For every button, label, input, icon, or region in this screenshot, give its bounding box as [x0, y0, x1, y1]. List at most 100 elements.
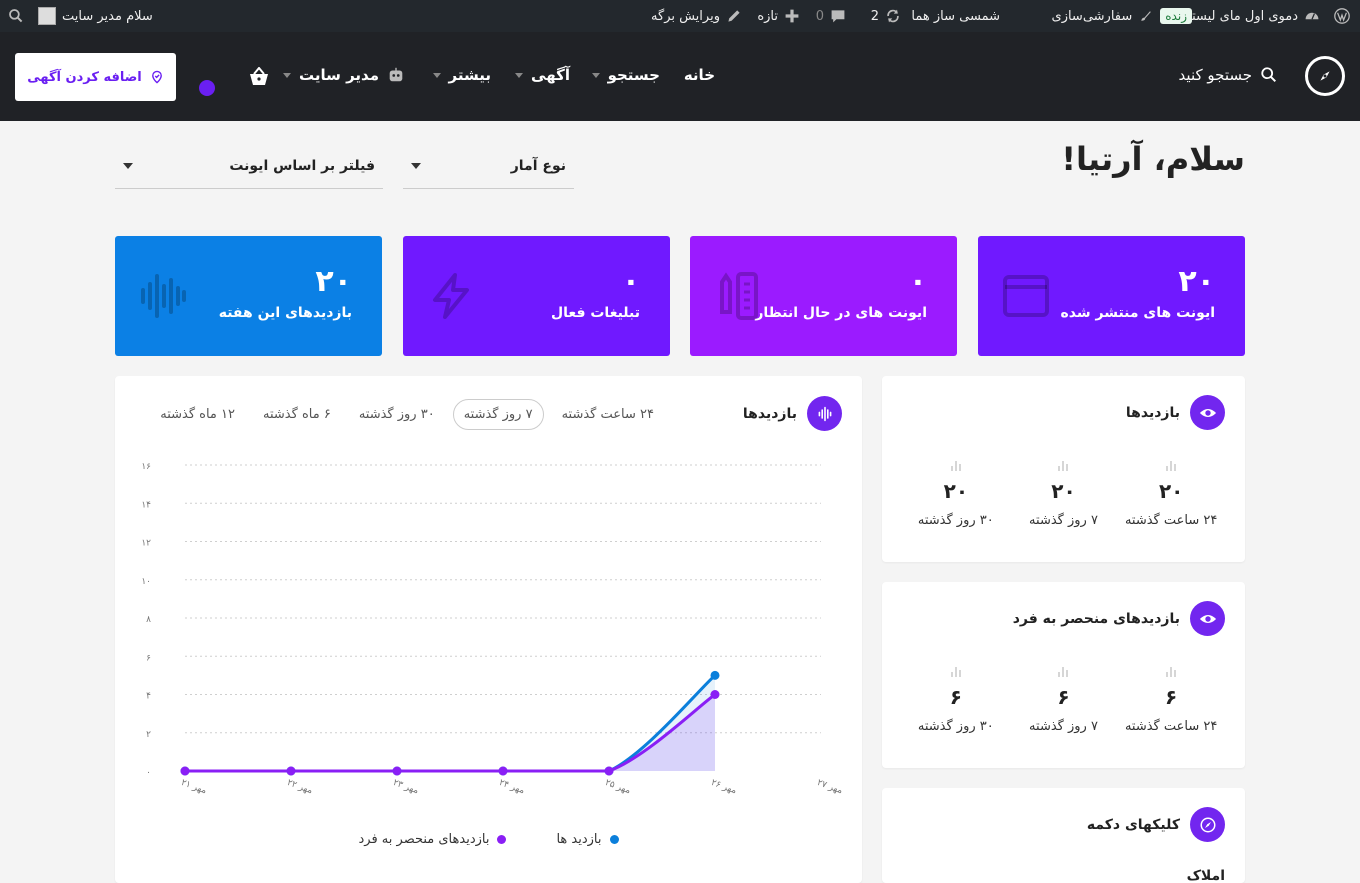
comments-count: 0 [815, 8, 824, 24]
nav-label: بیشتر [448, 66, 491, 84]
search-icon [1261, 67, 1277, 83]
page-title: سلام، آرتیا! [1061, 140, 1245, 178]
eye-icon [1190, 601, 1225, 636]
tab-7d[interactable]: ۷ روز گذشته [452, 399, 544, 430]
summary-col: ۲۰ ۳۰ روز گذشته [902, 456, 1010, 528]
x-tick-label: ۲۲ مهر [286, 778, 314, 797]
add-listing-button[interactable]: اضافه کردن آگهی [15, 53, 176, 101]
nav-label: جستجو [607, 66, 660, 84]
user-name: مدیر سایت [298, 66, 379, 84]
summary-value: ۲۰ [943, 479, 969, 503]
admin-search-button[interactable] [8, 0, 24, 32]
stat-label: ایونت های در حال انتظار [755, 305, 927, 321]
wordpress-logo-button[interactable] [1334, 0, 1350, 32]
summary-col: ۲۰ ۲۴ ساعت گذشته [1117, 456, 1225, 528]
summary-label: ۲۴ ساعت گذشته [1124, 719, 1218, 734]
stat-type-select[interactable]: نوع آمار [403, 143, 574, 189]
nav-more[interactable]: بیشتر [432, 66, 491, 84]
nav-listing[interactable]: آگهی [515, 66, 570, 84]
clicks-item-label: املاک [1186, 868, 1225, 883]
location-pin-icon [151, 70, 162, 84]
chevron-down-icon [515, 72, 524, 78]
chevron-down-icon [411, 162, 421, 169]
stat-value: ۰ [621, 264, 640, 299]
chart-panel-header: بازدیدها [743, 396, 842, 431]
x-tick-label: ۲۴ مهر [498, 778, 526, 797]
tab-24h[interactable]: ۲۴ ساعت گذشته [552, 400, 664, 429]
x-tick-label: ۲۶ مهر [710, 778, 738, 797]
shamsi-link[interactable]: شمسی ساز هما [911, 0, 1000, 32]
x-tick-label: ۲۱ مهر [180, 778, 208, 797]
y-tick-label: ۴ [146, 692, 151, 702]
shamsi-label: شمسی ساز هما [911, 8, 1000, 24]
bar-chart-icon [1058, 461, 1069, 471]
nav-search[interactable]: جستجو [591, 66, 660, 84]
sound-wave-icon [807, 396, 842, 431]
new-label: تازه [757, 8, 778, 24]
event-filter-select[interactable]: فیلتر بر اساس ایونت [115, 143, 383, 189]
my-account-link[interactable]: سلام مدیر سایت [38, 0, 153, 32]
edit-page-link[interactable]: ویرایش برگه [651, 0, 742, 32]
chevron-down-icon [282, 72, 291, 78]
new-content-link[interactable]: تازه [757, 0, 800, 32]
site-name-link[interactable]: دموی اول مای لیستینگ [1173, 0, 1320, 32]
summary-label: ۳۰ روز گذشته [917, 719, 994, 734]
bar-chart-icon [1058, 667, 1069, 677]
lightning-icon [433, 273, 469, 319]
button-clicks-panel: کلیکهای دکمه املاک [882, 788, 1245, 883]
updates-link[interactable]: 2 [871, 0, 901, 32]
summary-label: ۳۰ روز گذشته [917, 513, 994, 528]
data-point [392, 766, 402, 776]
panel-title: کلیکهای دکمه [1086, 816, 1180, 833]
stat-card-weekly-views: ۲۰ بازدیدهای این هفته [115, 236, 382, 356]
panel-title: بازدیدها [1125, 404, 1180, 421]
tab-12m[interactable]: ۱۲ ماه گذشته [150, 400, 245, 429]
panel-title: بازدیدهای منحصر به فرد [1012, 610, 1180, 627]
x-tick-label: ۲۷ مهر [816, 778, 844, 797]
compass-icon [1320, 71, 1330, 81]
site-logo[interactable] [1305, 56, 1345, 96]
user-menu[interactable]: مدیر سایت [282, 66, 405, 84]
legend-dot-icon [609, 835, 619, 844]
browser-window-icon [1003, 275, 1049, 317]
data-point [286, 766, 296, 776]
stat-value: ۰ [908, 264, 927, 299]
refresh-icon [887, 9, 899, 23]
summary-col: ۶ ۲۴ ساعت گذشته [1117, 662, 1225, 734]
customize-link[interactable]: زنده سفارشی‌سازی [1052, 0, 1192, 32]
summary-value: ۶ [1057, 685, 1070, 709]
summary-label: ۷ روز گذشته [1029, 513, 1098, 528]
stat-card-pending: ۰ ایونت های در حال انتظار [690, 236, 957, 356]
comments-link[interactable]: 0 [816, 0, 846, 32]
legend-item-unique[interactable]: بازدیدهای منحصر به فرد [359, 832, 507, 847]
summary-label: ۲۴ ساعت گذشته [1124, 513, 1218, 528]
eye-icon [1190, 395, 1225, 430]
summary-col: ۲۰ ۷ روز گذشته [1010, 456, 1118, 528]
panel-header: کلیکهای دکمه [1087, 807, 1225, 842]
notification-dot-icon[interactable] [199, 80, 215, 96]
legend-item-views[interactable]: بازدید ها [556, 832, 619, 847]
panel-header: بازدیدهای منحصر به فرد [1013, 601, 1225, 636]
views-summary-panel: بازدیدها ۲۰ ۲۴ ساعت گذشته ۲۰ ۷ روز گذشته… [882, 376, 1245, 562]
select-value: فیلتر بر اساس ایونت [229, 157, 375, 174]
bar-chart-icon [951, 667, 961, 677]
add-listing-label: اضافه کردن آگهی [27, 69, 142, 85]
stat-value: ۲۰ [315, 264, 352, 299]
y-tick-label: ۱۴ [141, 500, 151, 510]
brush-icon [1141, 11, 1152, 21]
stat-card-published: ۲۰ ایونت های منتشر شده [978, 236, 1245, 356]
nav-home[interactable]: خانه [684, 66, 715, 84]
cart-button[interactable] [248, 66, 270, 91]
panel-title: بازدیدها [742, 405, 797, 422]
tab-30d[interactable]: ۳۰ روز گذشته [349, 400, 445, 429]
stat-label: بازدیدهای این هفته [218, 305, 352, 321]
tab-6m[interactable]: ۶ ماه گذشته [253, 400, 341, 429]
y-tick-label: ۲ [146, 730, 151, 740]
header-search[interactable]: جستجو کنید [1179, 66, 1278, 84]
y-tick-label: ۶ [146, 653, 151, 663]
stat-label: تبلیغات فعال [551, 305, 640, 321]
wordpress-icon [1334, 8, 1350, 24]
data-point [710, 690, 720, 699]
summary-col: ۶ ۳۰ روز گذشته [902, 662, 1010, 734]
summary-value: ۶ [1165, 685, 1178, 709]
